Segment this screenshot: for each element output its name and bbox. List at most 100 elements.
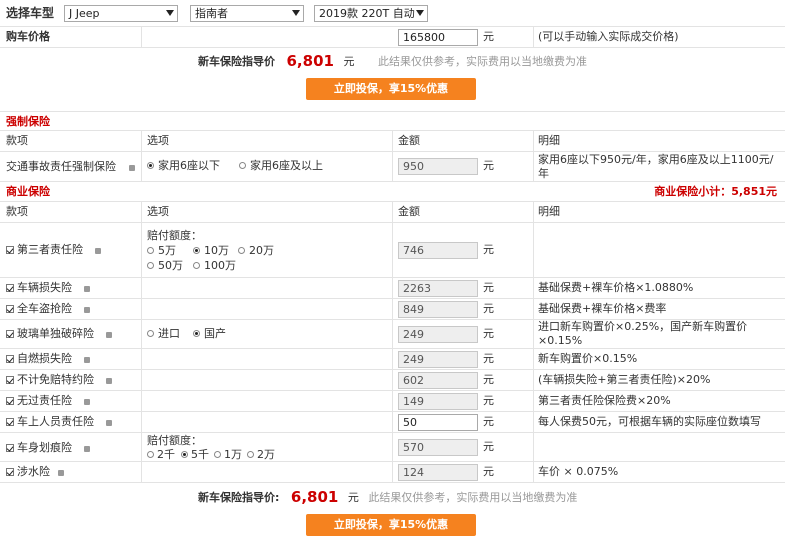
- fire-name: 自燃损失险: [17, 352, 72, 365]
- wading-detail: 车价 × 0.075%: [538, 465, 619, 478]
- model-select-value: 2019款 220T 自动: [319, 7, 415, 20]
- wading-unit: 元: [483, 465, 494, 478]
- help-icon[interactable]: [106, 378, 112, 384]
- help-icon[interactable]: [106, 332, 112, 338]
- no-fault-checkbox[interactable]: [6, 397, 14, 405]
- no-fault-name: 无过责任险: [17, 394, 72, 407]
- third-party-opt-10w: 10万: [204, 244, 229, 257]
- chevron-down-icon: [292, 10, 300, 16]
- guide-price-label-bottom: 新车保险指导价:: [198, 491, 280, 504]
- deductible-checkbox[interactable]: [6, 376, 14, 384]
- no-fault-amount-value: 149: [403, 395, 424, 408]
- third-party-checkbox[interactable]: [6, 246, 14, 254]
- insure-button-top[interactable]: 立即投保，享15%优惠: [306, 78, 476, 100]
- scratch-opt-2k: 2千: [157, 448, 175, 461]
- compulsory-radio-over6[interactable]: [239, 162, 246, 169]
- passenger-amount-input[interactable]: 50: [398, 414, 478, 431]
- scratch-radio-2k[interactable]: [147, 451, 154, 458]
- help-icon[interactable]: [84, 307, 90, 313]
- third-party-opt-label: 赔付额度：: [147, 229, 202, 242]
- vehicle-loss-checkbox[interactable]: [6, 284, 14, 292]
- help-icon[interactable]: [84, 446, 90, 452]
- scratch-radio-1w[interactable]: [214, 451, 221, 458]
- vehicle-loss-row: 车辆损失险 2263 元 基础保费+裸车价格×1.0880%: [0, 278, 785, 299]
- no-fault-unit: 元: [483, 394, 494, 407]
- fire-amount-value: 249: [403, 353, 424, 366]
- wading-row: 涉水险 124 元 车价 × 0.075%: [0, 462, 785, 483]
- scratch-opt-1w: 1万: [224, 448, 242, 461]
- vehicle-select-label: 选择车型: [6, 6, 55, 20]
- glass-checkbox[interactable]: [6, 330, 14, 338]
- help-icon[interactable]: [84, 357, 90, 363]
- scratch-unit: 元: [483, 440, 494, 453]
- third-party-radio-20w[interactable]: [238, 247, 245, 254]
- glass-name: 玻璃单独破碎险: [17, 327, 94, 340]
- brand-select-value: J Jeep: [69, 7, 100, 20]
- guide-price-note-bottom: 此结果仅供参考，实际费用以当地缴费为准: [368, 491, 578, 504]
- scratch-checkbox[interactable]: [6, 444, 14, 452]
- compulsory-row: 交通事故责任强制保险 家用6座以下 家用6座及以上 950 元 家用6座以下95…: [0, 152, 785, 182]
- insure-button-bottom[interactable]: 立即投保，享15%优惠: [306, 514, 476, 536]
- deductible-unit: 元: [483, 373, 494, 386]
- third-party-radio-50w[interactable]: [147, 262, 154, 269]
- compulsory-amount-field: 950: [398, 158, 478, 175]
- third-party-opt-5w: 5万: [158, 244, 176, 257]
- purchase-price-unit: 元: [483, 30, 494, 43]
- guide-price-top: 新车保险指导价 6,801 元 此结果仅供参考，实际费用以当地缴费为准: [198, 51, 587, 72]
- fire-amount-field: 249: [398, 351, 478, 368]
- help-icon[interactable]: [129, 165, 135, 171]
- third-party-amount-value: 746: [403, 244, 424, 257]
- theft-unit: 元: [483, 302, 494, 315]
- purchase-price-hint: (可以手动输入实际成交价格): [538, 30, 679, 43]
- glass-radio-import[interactable]: [147, 330, 154, 337]
- commercial-title-row: 商业保险 商业保险小计：5,851元: [0, 182, 785, 202]
- theft-checkbox[interactable]: [6, 305, 14, 313]
- scratch-radio-5k[interactable]: [181, 451, 188, 458]
- header-amount: 金额: [398, 134, 420, 147]
- third-party-radio-10w[interactable]: [193, 247, 200, 254]
- theft-name: 全车盗抢险: [17, 302, 72, 315]
- glass-radio-domestic[interactable]: [193, 330, 200, 337]
- fire-row: 自燃损失险 249 元 新车购置价×0.15%: [0, 349, 785, 370]
- glass-amount-value: 249: [403, 328, 424, 341]
- compulsory-radio-under6[interactable]: [147, 162, 154, 169]
- third-party-radio-5w[interactable]: [147, 247, 154, 254]
- purchase-price-value: 165800: [403, 31, 445, 44]
- model-select[interactable]: 2019款 220T 自动: [314, 5, 428, 22]
- passenger-checkbox[interactable]: [6, 418, 14, 426]
- third-party-opt-100w: 100万: [204, 259, 236, 272]
- wading-amount-value: 124: [403, 466, 424, 479]
- help-icon[interactable]: [58, 470, 64, 476]
- fire-checkbox[interactable]: [6, 355, 14, 363]
- theft-amount-field: 849: [398, 301, 478, 318]
- scratch-radio-2w[interactable]: [247, 451, 254, 458]
- passenger-detail: 每人保费50元，可根据车辆的实际座位数填写: [538, 415, 761, 428]
- help-icon[interactable]: [95, 248, 101, 254]
- purchase-price-label: 购车价格: [6, 30, 50, 43]
- guide-price-value-bottom: 6,801: [290, 488, 339, 506]
- third-party-radio-100w[interactable]: [193, 262, 200, 269]
- compulsory-amount-value: 950: [403, 160, 424, 173]
- theft-row: 全车盗抢险 849 元 基础保费+裸车价格×费率: [0, 299, 785, 320]
- wading-checkbox[interactable]: [6, 468, 14, 476]
- purchase-price-input[interactable]: 165800: [398, 29, 478, 46]
- guide-price-value: 6,801: [286, 52, 334, 70]
- no-fault-detail: 第三者责任险保险费×20%: [538, 394, 671, 407]
- vehicle-select-row: 选择车型 J Jeep 指南者 2019款 220T 自动: [0, 0, 785, 26]
- guide-price-label: 新车保险指导价: [198, 55, 275, 68]
- chevron-down-icon: [166, 10, 174, 16]
- third-party-name: 第三者责任险: [17, 243, 83, 256]
- compulsory-item-name: 交通事故责任强制保险: [6, 160, 116, 173]
- help-icon[interactable]: [84, 286, 90, 292]
- vehicle-loss-amount-value: 2263: [403, 282, 431, 295]
- series-select-value: 指南者: [195, 7, 228, 20]
- commercial-title: 商业保险: [6, 185, 50, 198]
- glass-opt-domestic: 国产: [204, 327, 226, 340]
- no-fault-row: 无过责任险 149 元 第三者责任险保险费×20%: [0, 391, 785, 412]
- brand-select[interactable]: J Jeep: [64, 5, 178, 22]
- help-icon[interactable]: [84, 399, 90, 405]
- series-select[interactable]: 指南者: [190, 5, 304, 22]
- help-icon[interactable]: [106, 420, 112, 426]
- guide-price-unit-bottom: 元: [347, 491, 359, 504]
- glass-amount-field: 249: [398, 326, 478, 343]
